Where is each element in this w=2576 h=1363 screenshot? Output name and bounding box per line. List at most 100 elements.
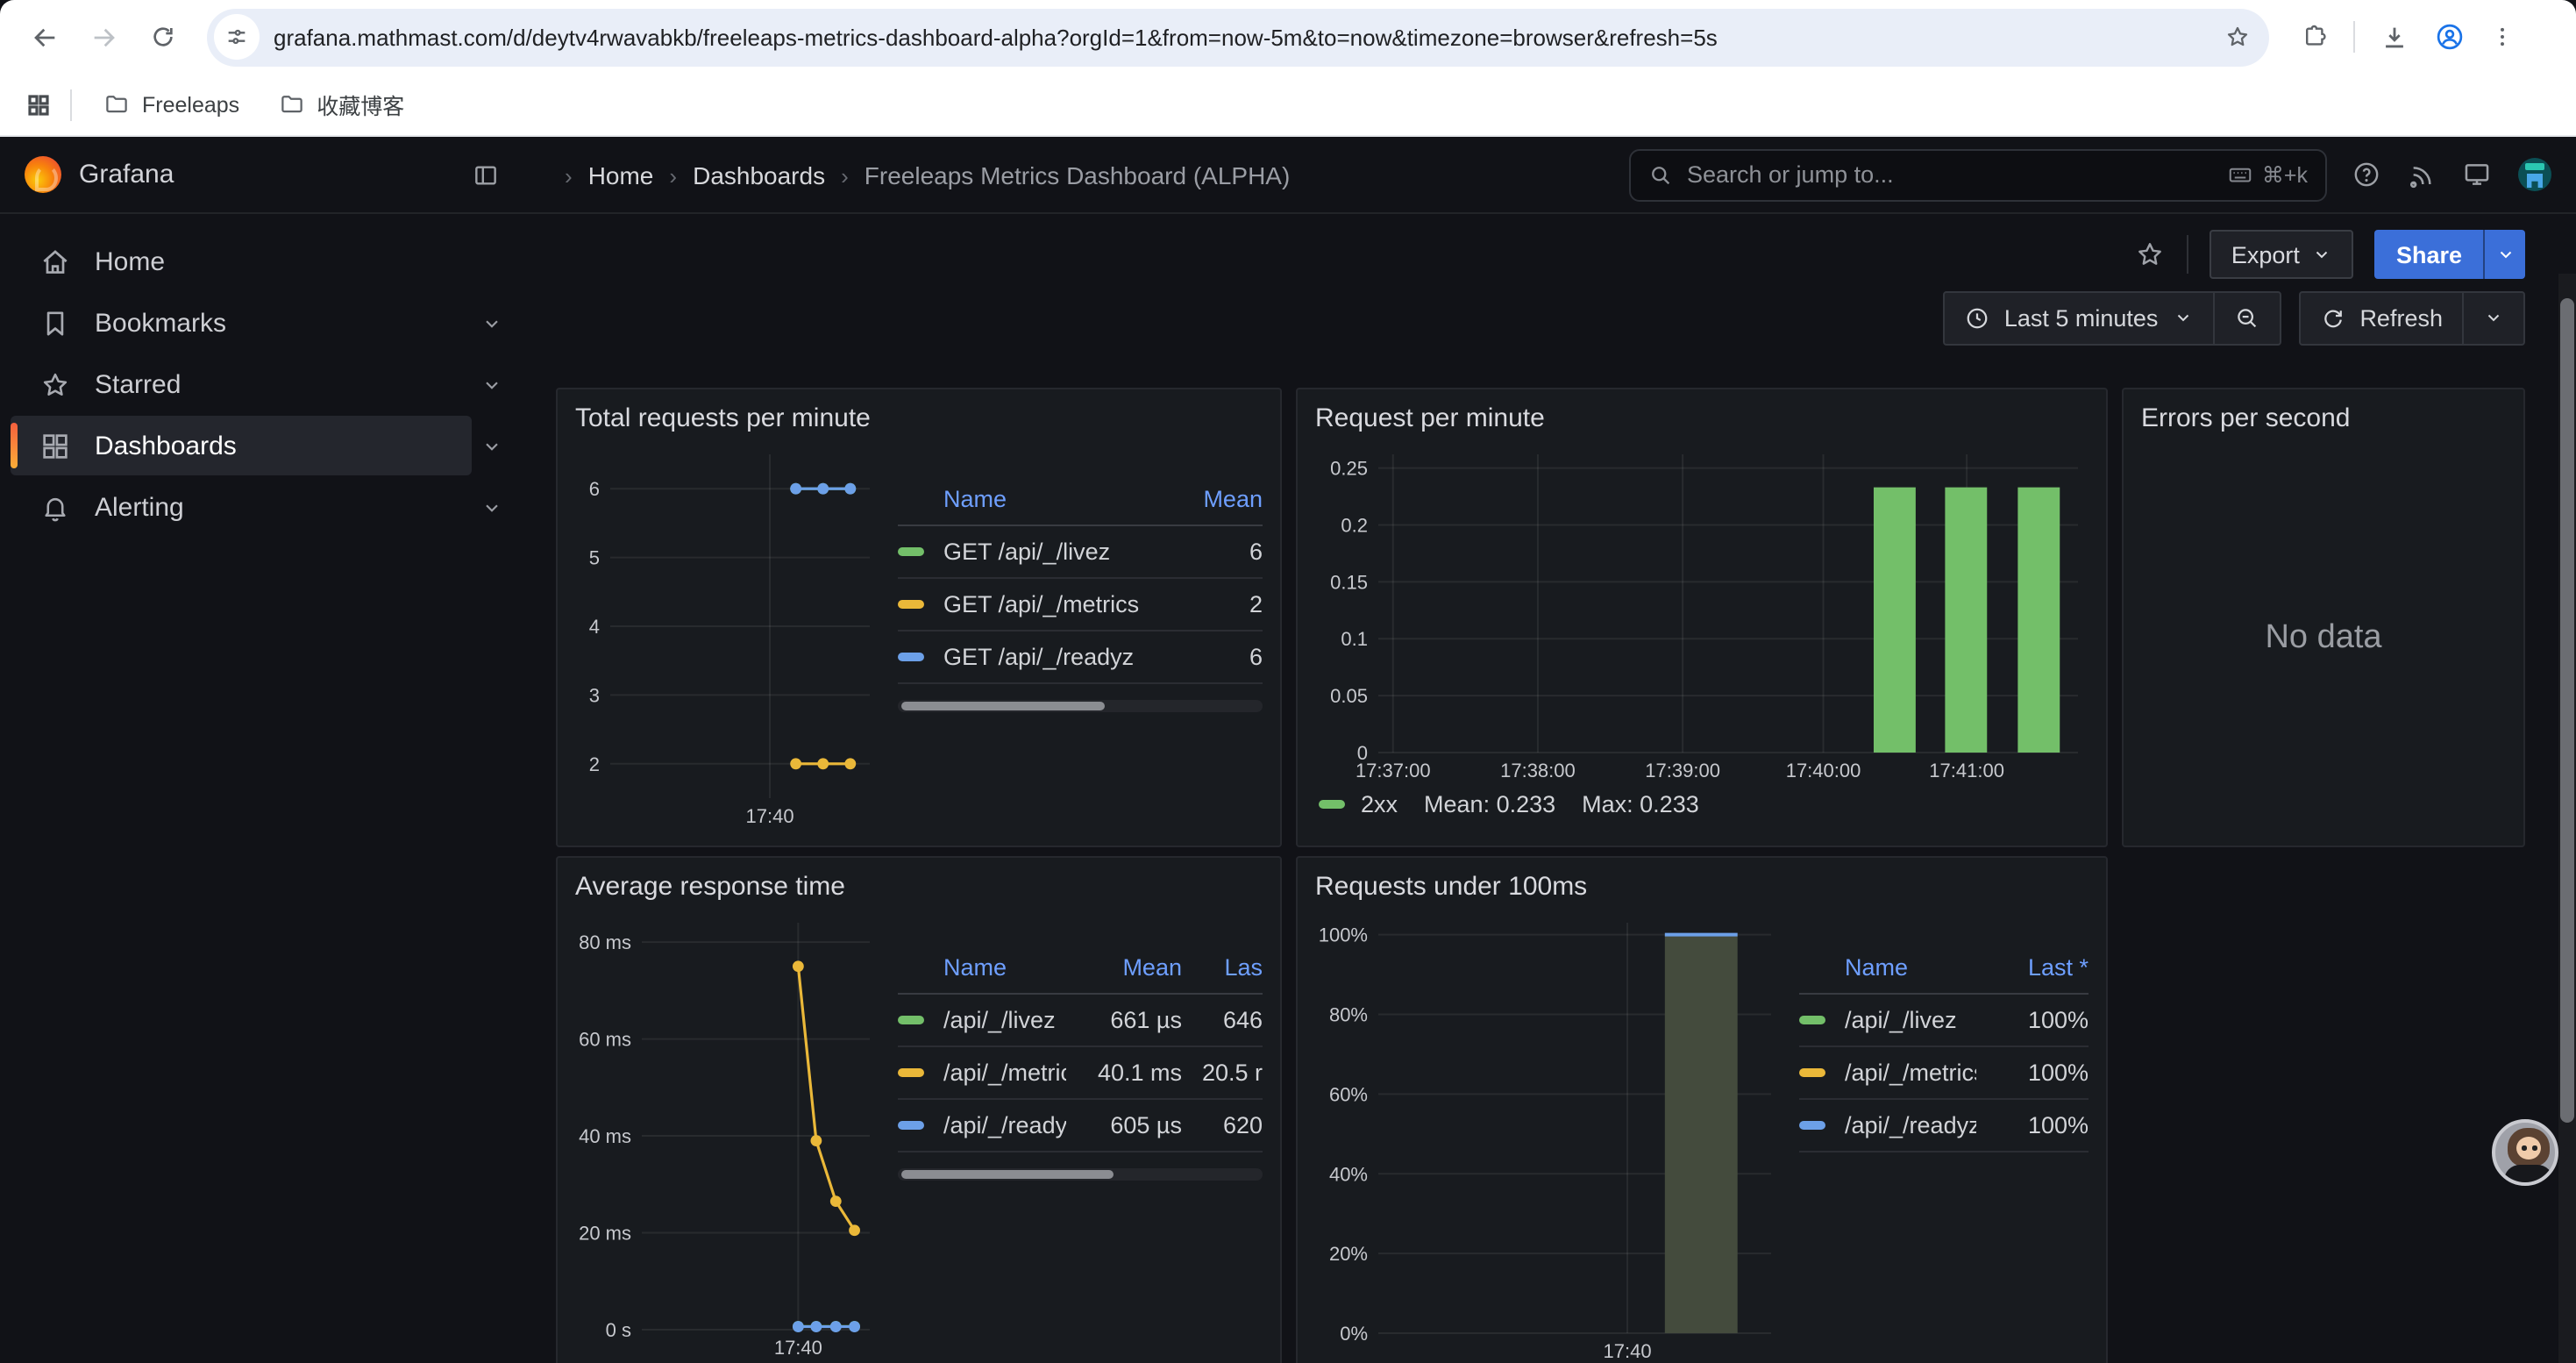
sidebar-item[interactable]: Alerting xyxy=(0,477,524,537)
sidebar-item[interactable]: Bookmarks xyxy=(0,293,524,353)
sidebar: Home Bookmarks xyxy=(0,214,524,1363)
bookmark-star-icon[interactable] xyxy=(2217,23,2259,51)
user-avatar[interactable] xyxy=(2518,158,2551,191)
export-button[interactable]: Export xyxy=(2210,230,2354,279)
grafana-logo[interactable] xyxy=(25,156,61,193)
series-color-pill[interactable] xyxy=(1319,800,1345,809)
timeseries-chart[interactable]: 17:4080 ms60 ms40 ms20 ms0 s xyxy=(575,909,884,1361)
panel-title[interactable]: Requests under 100ms xyxy=(1315,872,2089,902)
chevron-down-icon[interactable] xyxy=(472,434,510,457)
series-color-pill[interactable] xyxy=(898,1121,924,1130)
grafana-header-left: Grafana xyxy=(0,137,524,212)
search-shortcut: ⌘+k xyxy=(2227,161,2308,188)
scrollbar-thumb[interactable] xyxy=(901,1170,1113,1179)
legend-inline[interactable]: 2xx Mean: 0.233 Max: 0.233 xyxy=(1315,788,2089,817)
profile-icon[interactable] xyxy=(2434,21,2466,53)
legend-row[interactable]: /api/_/metrics 40.1 ms 20.5 r xyxy=(898,1047,1263,1100)
svg-text:5: 5 xyxy=(589,547,600,569)
series-color-pill[interactable] xyxy=(898,1016,924,1024)
forward-icon[interactable] xyxy=(77,11,130,63)
legend-row[interactable]: GET /api/_/livez 6 xyxy=(898,526,1263,579)
breadcrumb-item[interactable]: Dashboards xyxy=(653,161,825,189)
series-name[interactable]: /api/_/livez xyxy=(1845,1007,1976,1033)
legend-row[interactable]: /api/_/livez 100% xyxy=(1799,995,2089,1047)
downloads-icon[interactable] xyxy=(2380,22,2409,52)
share-menu-button[interactable] xyxy=(2483,230,2525,279)
scrollbar-thumb[interactable] xyxy=(2560,298,2574,1123)
breadcrumb-item[interactable]: Freeleaps Metrics Dashboard (ALPHA) xyxy=(825,161,1290,189)
series-color-pill[interactable] xyxy=(898,600,924,609)
panel-title[interactable]: Request per minute xyxy=(1315,403,2089,433)
dashboard-actions: Export Share xyxy=(524,214,2576,284)
series-color-pill[interactable] xyxy=(1799,1068,1825,1077)
sidebar-item[interactable]: Home xyxy=(0,232,524,291)
legend-header-name[interactable]: Name xyxy=(943,486,1157,512)
favorite-star-icon[interactable] xyxy=(2135,239,2167,270)
legend-header-mean[interactable]: Mean xyxy=(1066,954,1182,981)
bar-chart[interactable]: 17:40100%80%60%40%20%0% xyxy=(1315,909,1785,1363)
series-color-pill[interactable] xyxy=(1799,1121,1825,1130)
legend-header-last[interactable]: Last * xyxy=(1976,954,2089,981)
reload-icon[interactable] xyxy=(137,11,189,63)
chevron-down-icon[interactable] xyxy=(472,311,510,334)
panel-title[interactable]: Average response time xyxy=(575,872,1263,902)
share-button[interactable]: Share xyxy=(2375,230,2483,279)
chevron-down-icon[interactable] xyxy=(472,496,510,518)
scrollbar-thumb[interactable] xyxy=(901,702,1106,710)
breadcrumb-item[interactable]: Home xyxy=(549,161,653,189)
news-icon[interactable] xyxy=(2408,161,2436,189)
series-name[interactable]: /api/_/readyz xyxy=(1845,1112,1976,1138)
series-color-pill[interactable] xyxy=(898,547,924,556)
timeseries-chart[interactable]: 17:4065432 xyxy=(575,440,884,830)
legend-row[interactable]: /api/_/readyz 100% xyxy=(1799,1100,2089,1152)
series-name[interactable]: /api/_/metrics xyxy=(1845,1060,1976,1086)
back-icon[interactable] xyxy=(18,11,70,63)
url-bar[interactable]: grafana.mathmast.com/d/deytv4rwavabkb/fr… xyxy=(207,8,2269,66)
chevron-down-icon[interactable] xyxy=(472,373,510,396)
refresh-interval-button[interactable] xyxy=(2462,292,2523,343)
series-color-pill[interactable] xyxy=(1799,1016,1825,1024)
series-name[interactable]: GET /api/_/readyz xyxy=(943,644,1157,670)
apps-grid-icon[interactable] xyxy=(25,90,53,118)
legend-row[interactable]: /api/_/livez 661 µs 646 xyxy=(898,995,1263,1047)
panel-title[interactable]: Errors per second xyxy=(2141,403,2506,433)
legend-header-mean[interactable]: Mean xyxy=(1157,486,1263,512)
url-text[interactable]: grafana.mathmast.com/d/deytv4rwavabkb/fr… xyxy=(274,24,2202,50)
svg-text:17:40: 17:40 xyxy=(746,805,794,827)
legend-row[interactable]: /api/_/metrics 100% xyxy=(1799,1047,2089,1100)
series-color-pill[interactable] xyxy=(898,653,924,661)
legend-header-name[interactable]: Name xyxy=(1845,954,1976,981)
series-name[interactable]: GET /api/_/livez xyxy=(943,539,1157,565)
series-name[interactable]: /api/_/readyz xyxy=(943,1112,1066,1138)
series-name[interactable]: /api/_/livez xyxy=(943,1007,1066,1033)
bar-chart[interactable]: 17:37:0017:38:0017:39:0017:40:0017:41:00… xyxy=(1315,440,2092,784)
time-range-button[interactable]: Last 5 minutes xyxy=(1945,292,2213,343)
legend-row[interactable]: GET /api/_/readyz 6 xyxy=(898,632,1263,684)
extensions-icon[interactable] xyxy=(2301,23,2329,51)
legend-scrollbar[interactable] xyxy=(898,1168,1263,1181)
series-name[interactable]: /api/_/metrics xyxy=(943,1060,1066,1086)
dock-sidebar-icon[interactable] xyxy=(472,161,500,189)
legend-header-name[interactable]: Name xyxy=(943,954,1066,981)
bookmark-folder[interactable]: Freeleaps xyxy=(89,84,253,125)
sidebar-item[interactable]: Dashboards xyxy=(0,416,524,475)
legend-header-last[interactable]: Las xyxy=(1182,954,1263,981)
zoom-out-button[interactable] xyxy=(2212,292,2279,343)
legend-row[interactable]: GET /api/_/metrics 2 xyxy=(898,579,1263,632)
legend-row[interactable]: /api/_/readyz 605 µs 620 xyxy=(898,1100,1263,1152)
sidebar-item[interactable]: Starred xyxy=(0,354,524,414)
series-name[interactable]: 2xx xyxy=(1361,791,1398,817)
panel-title[interactable]: Total requests per minute xyxy=(575,403,1263,433)
refresh-button[interactable]: Refresh xyxy=(2300,292,2462,343)
bookmark-folder[interactable]: 收藏博客 xyxy=(264,81,418,128)
page-scrollbar[interactable] xyxy=(2558,274,2576,1363)
legend-scrollbar[interactable] xyxy=(898,700,1263,712)
series-color-pill[interactable] xyxy=(898,1068,924,1077)
kiosk-monitor-icon[interactable] xyxy=(2462,160,2492,189)
help-icon[interactable] xyxy=(2352,160,2381,189)
series-name[interactable]: GET /api/_/metrics xyxy=(943,591,1157,617)
search-input[interactable]: Search or jump to... ⌘+k xyxy=(1629,148,2327,201)
site-settings-icon[interactable] xyxy=(214,14,260,60)
assistant-avatar[interactable] xyxy=(2492,1119,2558,1186)
browser-menu-icon[interactable] xyxy=(2490,25,2515,49)
